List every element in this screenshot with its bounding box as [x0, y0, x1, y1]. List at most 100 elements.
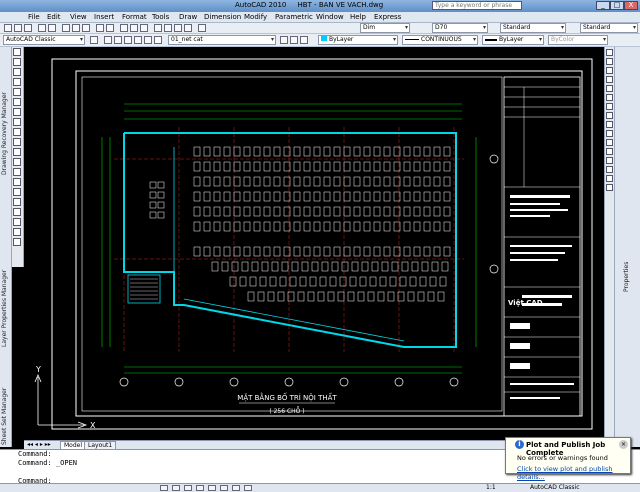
plotstyle-select[interactable]: ByColor [548, 35, 608, 45]
rectangle-icon[interactable] [13, 88, 21, 96]
plot-icon[interactable] [38, 24, 46, 32]
dim-style-select[interactable]: Dim [360, 23, 410, 33]
linetype-select[interactable]: CONTINUOUS [402, 35, 478, 45]
lightbulb-icon[interactable] [124, 36, 132, 44]
help-icon[interactable] [198, 24, 206, 32]
preview-icon[interactable] [48, 24, 56, 32]
line-icon[interactable] [13, 48, 21, 56]
layer-properties-icon[interactable] [104, 36, 112, 44]
drawing-canvas[interactable]: Việt CAD MẶT BẰNG BỐ TRÍ NỘI THẤT (256 … [24, 47, 604, 440]
erase-icon[interactable] [606, 49, 613, 56]
menu-draw[interactable]: Draw [179, 13, 197, 21]
undo-icon[interactable] [96, 24, 104, 32]
mirror-icon[interactable] [606, 67, 613, 74]
properties-icon[interactable] [154, 24, 162, 32]
lock-icon[interactable] [144, 36, 152, 44]
offset-icon[interactable] [606, 76, 613, 83]
polar-icon[interactable] [196, 485, 204, 491]
drawing-recovery-tab[interactable]: Drawing Recovery Manager [1, 92, 8, 175]
ellipse-icon[interactable] [13, 138, 21, 146]
redo-icon[interactable] [106, 24, 114, 32]
menu-parametric[interactable]: Parametric [275, 13, 313, 21]
extend-icon[interactable] [606, 139, 613, 146]
properties-tab[interactable]: Properties [623, 262, 630, 292]
close-icon[interactable]: × [619, 440, 628, 449]
revcloud-icon[interactable] [13, 118, 21, 126]
maximize-button[interactable]: □ [610, 1, 624, 10]
mtext-icon[interactable] [13, 228, 21, 236]
scale-icon[interactable] [606, 112, 613, 119]
array-icon[interactable] [606, 85, 613, 92]
tab-nav-arrows-icon[interactable]: ◂◂ ◂ ▸ ▸▸ [27, 441, 51, 448]
minimize-button[interactable]: _ [596, 1, 610, 10]
osnap-icon[interactable] [208, 485, 216, 491]
open-icon[interactable] [14, 24, 22, 32]
menu-tools[interactable]: Tools [152, 13, 169, 21]
arc-icon[interactable] [13, 98, 21, 106]
menu-insert[interactable]: Insert [94, 13, 114, 21]
layer-states-icon[interactable] [300, 36, 308, 44]
circle-icon[interactable] [13, 108, 21, 116]
gradient-icon[interactable] [13, 198, 21, 206]
new-icon[interactable] [4, 24, 12, 32]
sun-icon[interactable] [134, 36, 142, 44]
snap-icon[interactable] [160, 485, 168, 491]
ellipse-arc-icon[interactable] [13, 148, 21, 156]
menu-help[interactable]: Help [350, 13, 366, 21]
insert-block-icon[interactable] [13, 158, 21, 166]
cut-icon[interactable] [62, 24, 70, 32]
mleader-style-select[interactable]: Standard [580, 23, 638, 33]
tool-palettes-icon[interactable] [174, 24, 182, 32]
make-block-icon[interactable] [13, 168, 21, 176]
region-icon[interactable] [13, 208, 21, 216]
search-input[interactable]: Type a keyword or phrase [432, 1, 522, 10]
menu-file[interactable]: File [28, 13, 40, 21]
lwt-icon[interactable] [244, 485, 252, 491]
menu-window[interactable]: Window [316, 13, 344, 21]
rotate-icon[interactable] [606, 103, 613, 110]
layer-previous-icon[interactable] [290, 36, 298, 44]
menu-modify[interactable]: Modify [244, 13, 267, 21]
polyline-icon[interactable] [13, 68, 21, 76]
layer-properties-tab[interactable]: Layer Properties Manager [1, 270, 8, 347]
polygon-icon[interactable] [13, 78, 21, 86]
table-icon[interactable] [13, 218, 21, 226]
point-icon[interactable] [13, 178, 21, 186]
table-style-select[interactable]: Standard [500, 23, 566, 33]
chamfer-icon[interactable] [606, 166, 613, 173]
menu-view[interactable]: View [70, 13, 87, 21]
spline-icon[interactable] [13, 128, 21, 136]
make-current-icon[interactable] [280, 36, 288, 44]
move-icon[interactable] [606, 94, 613, 101]
design-center-icon[interactable] [164, 24, 172, 32]
zoom-window-icon[interactable] [140, 24, 148, 32]
stretch-icon[interactable] [606, 121, 613, 128]
color-select[interactable]: ByLayer [318, 35, 398, 45]
notification-link[interactable]: Click to view plot and publish details..… [517, 465, 630, 481]
add-selected-icon[interactable] [13, 238, 21, 246]
explode-icon[interactable] [606, 184, 613, 191]
layer-select[interactable]: 01_net cat [168, 35, 276, 45]
otrack-icon[interactable] [220, 485, 228, 491]
trim-icon[interactable] [606, 130, 613, 137]
layer-state-icon[interactable] [114, 36, 122, 44]
workspace-status[interactable]: AutoCAD Classic [530, 484, 580, 491]
workspace-settings-icon[interactable] [90, 36, 98, 44]
zoom-icon[interactable] [130, 24, 138, 32]
menu-dimension[interactable]: Dimension [204, 13, 241, 21]
copy-icon[interactable] [72, 24, 80, 32]
xline-icon[interactable] [13, 58, 21, 66]
fillet-icon[interactable] [606, 175, 613, 182]
sheet-set-tab[interactable]: Sheet Set Manager [1, 388, 8, 445]
dyn-icon[interactable] [232, 485, 240, 491]
plot-notification[interactable]: i Plot and Publish Job Complete × No err… [505, 437, 631, 481]
copy-object-icon[interactable] [606, 58, 613, 65]
annotation-scale[interactable]: 1:1 [486, 484, 496, 491]
join-icon[interactable] [606, 157, 613, 164]
lineweight-select[interactable]: ByLayer [482, 35, 544, 45]
text-style-select[interactable]: D70 [432, 23, 488, 33]
pan-icon[interactable] [120, 24, 128, 32]
grid-icon[interactable] [172, 485, 180, 491]
menu-format[interactable]: Format [122, 13, 147, 21]
close-button[interactable]: X [624, 1, 638, 10]
